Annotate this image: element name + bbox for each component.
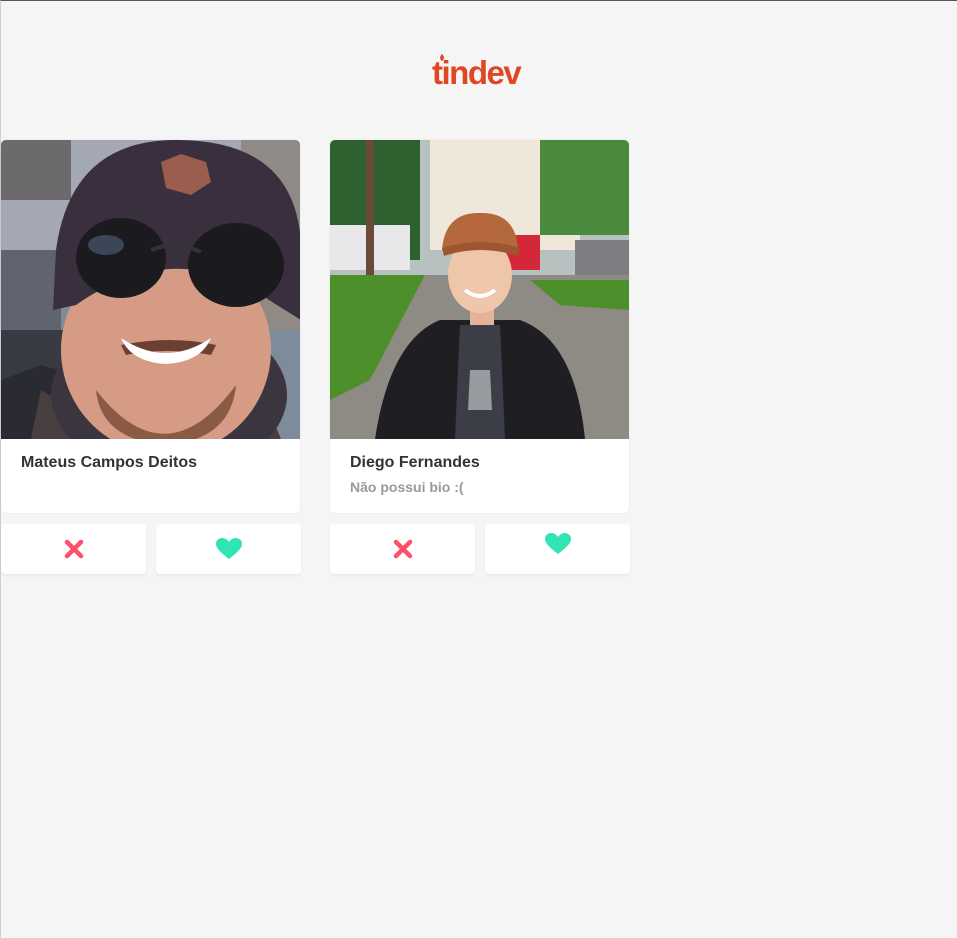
logo-text: tindev bbox=[432, 54, 522, 91]
dev-card: Diego Fernandes Não possui bio :( bbox=[330, 140, 629, 513]
dev-avatar bbox=[330, 140, 629, 439]
dev-name: Mateus Campos Deitos bbox=[21, 454, 198, 471]
like-button[interactable] bbox=[485, 524, 630, 574]
dev-card: Mateus Campos Deitos bbox=[1, 140, 300, 513]
close-x-icon bbox=[64, 539, 83, 559]
like-button[interactable] bbox=[156, 524, 301, 574]
dev-avatar bbox=[1, 140, 300, 439]
close-x-icon bbox=[393, 539, 412, 559]
dislike-button[interactable] bbox=[1, 524, 146, 574]
dev-name: Diego Fernandes bbox=[350, 454, 480, 471]
dev-bio: Não possui bio :( bbox=[350, 479, 464, 495]
tindev-logo: tindev bbox=[432, 51, 532, 91]
heart-icon bbox=[544, 533, 571, 554]
dislike-button[interactable] bbox=[330, 524, 475, 574]
heart-icon bbox=[215, 538, 242, 559]
